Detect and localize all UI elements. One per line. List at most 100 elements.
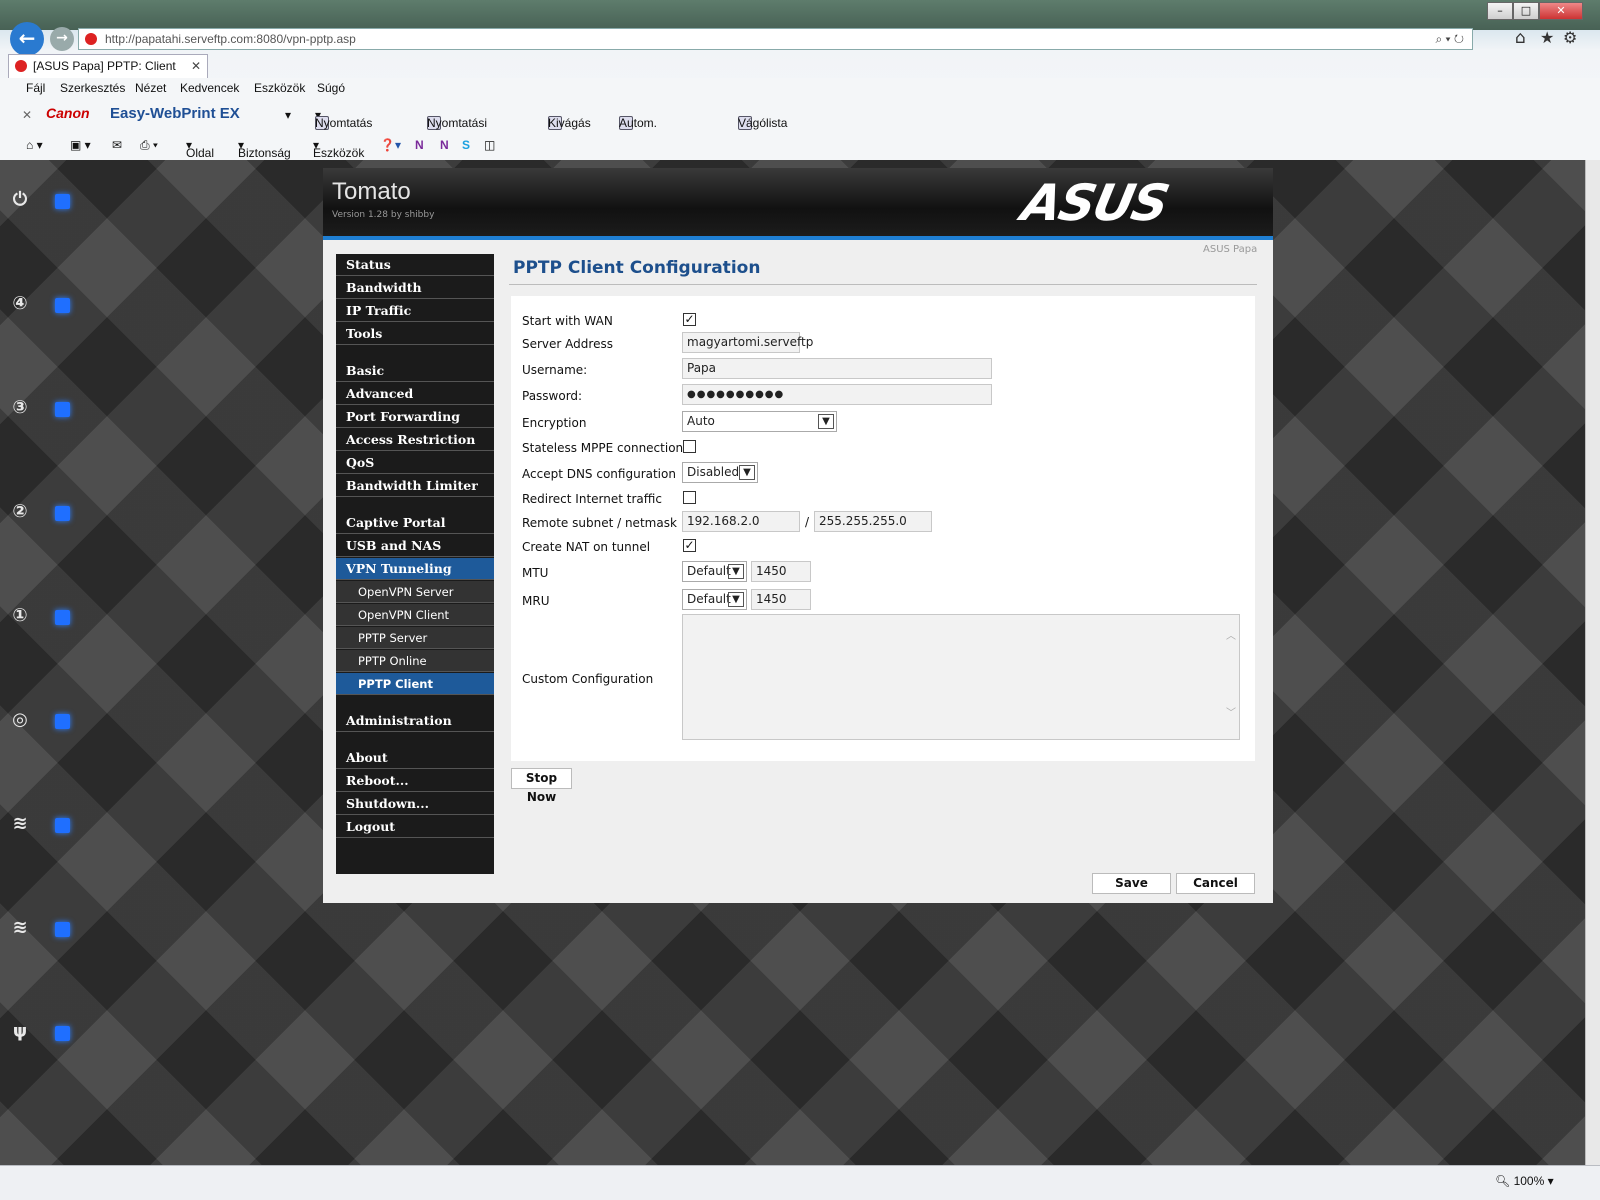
menu-tools[interactable]: Eszközök xyxy=(254,81,305,95)
server-address-input[interactable]: magyartomi.serveftp xyxy=(682,332,813,353)
settings-gear-icon[interactable]: ⚙ xyxy=(1563,28,1577,47)
research-icon[interactable]: ◫ xyxy=(484,138,495,152)
favorites-star-icon[interactable]: ★ xyxy=(1540,28,1554,47)
username-input[interactable]: Papa xyxy=(682,358,992,379)
back-button[interactable]: ← xyxy=(10,22,44,56)
scroll-up-icon[interactable]: ︿ xyxy=(1223,627,1239,642)
print-command-icon[interactable]: ⎙ ▾ xyxy=(140,138,158,153)
home-command-icon[interactable]: ⌂ ▾ xyxy=(26,138,43,152)
close-tab-icon[interactable]: ✕ xyxy=(191,55,201,77)
sidebar-item-status[interactable]: Status xyxy=(336,254,494,276)
security-menu-label: Biztonság xyxy=(238,146,291,160)
zoom-control[interactable]: 🔍︎ 100% ▾ xyxy=(1495,1174,1554,1188)
password-label: Password: xyxy=(522,389,583,403)
password-input[interactable]: ●●●●●●●●●● xyxy=(682,384,992,405)
menu-view[interactable]: Nézet xyxy=(135,81,166,95)
maximize-button[interactable]: □ xyxy=(1513,2,1539,20)
onenote-linked-icon[interactable]: N xyxy=(440,138,449,152)
stateless-mppe-checkbox[interactable] xyxy=(683,440,696,453)
cancel-button[interactable]: Cancel xyxy=(1176,873,1255,894)
custom-config-textarea[interactable]: ︿ ﹀ xyxy=(682,614,1240,740)
menu-help[interactable]: Súgó xyxy=(317,81,345,95)
sidebar-item-access-restriction[interactable]: Access Restriction xyxy=(336,429,494,451)
accept-dns-select[interactable]: Disabled ▼ xyxy=(682,462,758,483)
led xyxy=(55,818,70,833)
lan4-icon: ④ xyxy=(12,293,28,314)
encryption-select[interactable]: Auto ▼ xyxy=(682,411,837,432)
mru-mode-select[interactable]: Default ▼ xyxy=(682,589,747,610)
sidebar-item-openvpn-client[interactable]: OpenVPN Client xyxy=(336,604,494,626)
sidebar-item-administration[interactable]: Administration xyxy=(336,710,494,732)
page-menu[interactable]: Oldal ▾ xyxy=(186,138,214,160)
sidebar-item-bandwidth[interactable]: Bandwidth xyxy=(336,277,494,299)
canon-logo: Canon xyxy=(46,105,90,121)
minimize-button[interactable]: – xyxy=(1487,2,1513,20)
mru-input[interactable]: 1450 xyxy=(751,589,811,610)
mail-icon[interactable]: ✉ xyxy=(112,138,122,152)
encryption-value: Auto xyxy=(687,414,715,428)
server-address-label: Server Address xyxy=(522,337,613,351)
sidebar-item-about[interactable]: About xyxy=(336,747,494,769)
feeds-icon[interactable]: ▣ ▾ xyxy=(70,138,91,152)
sidebar-item-port-forwarding[interactable]: Port Forwarding xyxy=(336,406,494,428)
stateless-mppe-label: Stateless MPPE connection xyxy=(522,441,684,455)
sidebar-item-ip-traffic[interactable]: IP Traffic xyxy=(336,300,494,322)
home-icon[interactable]: ⌂ xyxy=(1515,28,1526,48)
remote-netmask-input[interactable]: 255.255.255.0 xyxy=(814,511,932,532)
security-menu[interactable]: Biztonság ▾ xyxy=(238,138,291,160)
sidebar-item-pptp-server[interactable]: PPTP Server xyxy=(336,627,494,649)
mtu-input[interactable]: 1450 xyxy=(751,561,811,582)
header-accent-line xyxy=(323,236,1273,240)
title-divider xyxy=(509,284,1257,285)
power-icon: ⏻ xyxy=(12,189,28,210)
textarea-scrollbar[interactable]: ︿ ﹀ xyxy=(1223,615,1239,739)
clip-label: Kivágás xyxy=(548,116,591,130)
firmware-version: Version 1.28 by shibby xyxy=(332,210,435,220)
zoom-icon: 🔍︎ xyxy=(1495,1174,1511,1188)
forward-button[interactable]: → xyxy=(50,27,74,51)
sidebar-item-advanced[interactable]: Advanced xyxy=(336,383,494,405)
sidebar-item-pptp-online[interactable]: PPTP Online xyxy=(336,650,494,672)
close-toolbar-icon[interactable]: ✕ xyxy=(22,108,32,122)
sidebar-item-shutdown[interactable]: Shutdown... xyxy=(336,793,494,815)
skype-icon[interactable]: S xyxy=(462,138,470,152)
redirect-traffic-checkbox[interactable] xyxy=(683,491,696,504)
address-bar[interactable]: http://papatahi.serveftp.com:8080/vpn-pp… xyxy=(78,28,1473,50)
print-button[interactable]: Nyomtatás ▾ xyxy=(315,108,372,130)
sidebar-item-tools[interactable]: Tools xyxy=(336,323,494,345)
scroll-down-icon[interactable]: ﹀ xyxy=(1223,704,1239,719)
sidebar-item-openvpn-server[interactable]: OpenVPN Server xyxy=(336,581,494,603)
sidebar-item-logout[interactable]: Logout xyxy=(336,816,494,838)
led xyxy=(55,1026,70,1041)
asus-logo: ASUS xyxy=(1016,174,1173,232)
stop-now-button[interactable]: Stop Now xyxy=(511,768,572,804)
tab-title: [ASUS Papa] PPTP: Client xyxy=(33,59,176,73)
sidebar-item-reboot[interactable]: Reboot... xyxy=(336,770,494,792)
sidebar-item-basic[interactable]: Basic xyxy=(336,360,494,382)
onenote-icon[interactable]: N xyxy=(415,138,424,152)
search-refresh-icon[interactable]: ⌕ ▾ ↻ xyxy=(1435,29,1464,49)
menu-edit[interactable]: Szerkesztés xyxy=(60,81,125,95)
menu-favorites[interactable]: Kedvencek xyxy=(180,81,239,95)
menu-file[interactable]: Fájl xyxy=(26,81,45,95)
remote-subnet-label: Remote subnet / netmask xyxy=(522,516,677,530)
save-button[interactable]: Save xyxy=(1092,873,1171,894)
sidebar-item-captive-portal[interactable]: Captive Portal xyxy=(336,512,494,534)
close-window-button[interactable]: ✕ xyxy=(1539,2,1583,20)
mtu-mode-select[interactable]: Default ▼ xyxy=(682,561,747,582)
sidebar-item-usb-nas[interactable]: USB and NAS xyxy=(336,535,494,557)
dropdown-arrow-icon[interactable]: ▾ xyxy=(285,108,291,122)
easy-webprint-menu[interactable]: Easy-WebPrint EX xyxy=(110,105,240,122)
sidebar-item-qos[interactable]: QoS xyxy=(336,452,494,474)
start-wan-checkbox[interactable]: ✓ xyxy=(683,313,696,326)
sidebar-item-vpn-tunneling[interactable]: VPN Tunneling xyxy=(336,558,494,580)
tab-active[interactable]: [ASUS Papa] PPTP: Client ✕ xyxy=(8,54,208,78)
sidebar-item-bandwidth-limiter[interactable]: Bandwidth Limiter xyxy=(336,475,494,497)
help-icon[interactable]: ❓▾ xyxy=(380,138,401,152)
tools-menu[interactable]: Eszközök ▾ xyxy=(313,138,364,160)
chevron-down-icon: ▼ xyxy=(728,592,744,607)
sidebar-item-pptp-client[interactable]: PPTP Client xyxy=(336,673,494,695)
remote-subnet-input[interactable]: 192.168.2.0 xyxy=(682,511,800,532)
create-nat-checkbox[interactable]: ✓ xyxy=(683,539,696,552)
chevron-down-icon: ▼ xyxy=(818,414,834,429)
